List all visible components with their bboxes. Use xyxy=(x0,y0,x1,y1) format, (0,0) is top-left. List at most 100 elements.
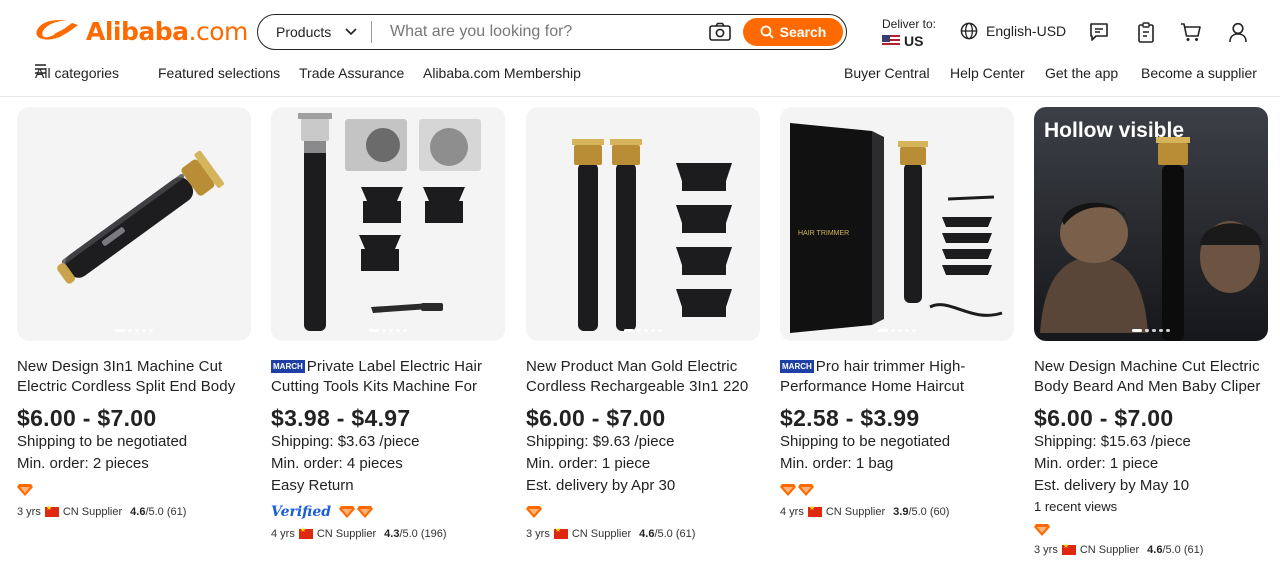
alibaba-logo[interactable]: Alibaba.com xyxy=(34,16,248,48)
sub-navigation: All categories Featured selections Trade… xyxy=(0,64,1280,84)
all-categories-menu[interactable]: All categories xyxy=(35,64,119,81)
supplier-meta: 4 yrs CN Supplier 3.9/5.0 (60) xyxy=(780,504,1014,519)
supplier-rating: 4.6/5.0 (61) xyxy=(639,528,696,540)
product-card[interactable]: Hollow visible New Design Machine Cut El… xyxy=(1034,107,1268,557)
supplier-badges xyxy=(17,483,251,497)
product-title[interactable]: MARCH Pro hair trimmer High-Performance H… xyxy=(780,357,1014,397)
supplier-meta: 4 yrs CN Supplier 4.3/5.0 (196) xyxy=(271,526,505,541)
image-carousel-dots[interactable] xyxy=(369,329,407,332)
product-card[interactable]: New Product Man Gold Electric Cordless R… xyxy=(526,107,760,541)
cn-flag-icon xyxy=(807,504,822,517)
cn-flag-icon xyxy=(1061,542,1076,555)
supplier-years: 4 yrs xyxy=(271,528,295,540)
account-icon[interactable] xyxy=(1227,21,1249,43)
product-title[interactable]: New Design 3In1 Machine Cut Electric Cor… xyxy=(17,357,251,397)
verified-badge[interactable]: Verified xyxy=(271,504,331,520)
image-carousel-dots[interactable] xyxy=(115,329,153,332)
product-card[interactable]: MARCH Private Label Electric Hair Cutting… xyxy=(271,107,505,541)
svg-text:HAIR TRIMMER: HAIR TRIMMER xyxy=(798,230,849,237)
supplier-years: 3 yrs xyxy=(526,528,550,540)
cn-flag-icon xyxy=(298,526,313,539)
supplier-badges xyxy=(526,505,760,519)
supplier-rating: 4.6/5.0 (61) xyxy=(1147,544,1204,556)
min-order: Min. order: 1 bag xyxy=(780,455,894,472)
supplier-meta: 3 yrs CN Supplier 4.6/5.0 (61) xyxy=(1034,542,1268,557)
logo-text: Alibaba.com xyxy=(86,17,248,46)
nav-get-the-app[interactable]: Get the app xyxy=(1045,64,1118,82)
deliver-country: US xyxy=(904,33,924,49)
nav-featured-selections[interactable]: Featured selections xyxy=(158,64,280,82)
nav-buyer-central[interactable]: Buyer Central xyxy=(844,64,930,82)
min-order: Min. order: 2 pieces xyxy=(17,455,149,472)
supplier-meta: 3 yrs CN Supplier 4.6/5.0 (61) xyxy=(526,526,760,541)
shipping-info: Shipping: $15.63 /piece xyxy=(1034,433,1191,450)
product-image[interactable]: Hollow visible xyxy=(1034,107,1268,341)
march-promo-badge: MARCH xyxy=(780,360,814,373)
product-image[interactable]: HAIR TRIMMER xyxy=(780,107,1014,341)
diamond-icon xyxy=(17,484,33,496)
supplier-badges: Verified xyxy=(271,504,505,520)
orders-icon[interactable] xyxy=(1135,21,1157,43)
supplier-years: 4 yrs xyxy=(780,506,804,518)
all-categories-label: All categories xyxy=(35,65,120,81)
product-title[interactable]: New Product Man Gold Electric Cordless R… xyxy=(526,357,760,397)
cn-flag-icon xyxy=(44,504,59,517)
camera-icon[interactable] xyxy=(707,19,733,45)
globe-icon xyxy=(960,22,978,40)
search-category-dropdown[interactable]: Products xyxy=(258,21,372,43)
image-carousel-dots[interactable] xyxy=(1132,329,1170,332)
shipping-info: Shipping to be negotiated xyxy=(780,433,951,450)
supplier-badges xyxy=(1034,523,1268,537)
deliver-label: Deliver to: xyxy=(882,17,937,31)
product-card[interactable]: New Design 3In1 Machine Cut Electric Cor… xyxy=(17,107,251,519)
nav-help-center[interactable]: Help Center xyxy=(950,64,1025,82)
logo-mark-icon xyxy=(36,20,78,40)
supplier-years: 3 yrs xyxy=(17,506,41,518)
product-price: $6.00 - $7.00 xyxy=(17,405,157,431)
message-icon[interactable] xyxy=(1088,21,1110,43)
supplier-type: CN Supplier xyxy=(62,506,123,518)
supplier-rating: 4.3/5.0 (196) xyxy=(384,528,447,540)
search-input[interactable] xyxy=(390,17,707,47)
diamond-icon xyxy=(526,506,542,518)
shipping-info: Shipping to be negotiated xyxy=(17,433,188,450)
deliver-to-selector[interactable]: Deliver to: US xyxy=(882,16,936,49)
diamond-icon xyxy=(798,484,814,496)
nav-become-supplier[interactable]: Become a supplier xyxy=(1141,64,1257,82)
diamond-icon xyxy=(780,484,796,496)
search-category-label: Products xyxy=(276,24,332,40)
product-image[interactable] xyxy=(526,107,760,341)
search-bar: Products Search xyxy=(257,14,847,50)
search-button[interactable]: Search xyxy=(743,18,843,46)
shipping-info: Shipping: $9.63 /piece xyxy=(526,433,675,450)
diamond-icon xyxy=(357,506,374,518)
estimated-delivery: Est. delivery by Apr 30 xyxy=(526,477,676,494)
nav-trade-assurance[interactable]: Trade Assurance xyxy=(299,64,404,82)
supplier-meta: 3 yrs CN Supplier 4.6/5.0 (61) xyxy=(17,504,251,519)
language-label: English-USD xyxy=(986,23,1067,39)
product-image[interactable] xyxy=(17,107,251,341)
image-carousel-dots[interactable] xyxy=(878,329,916,332)
supplier-rating: 3.9/5.0 (60) xyxy=(893,506,950,518)
min-order: Min. order: 1 piece xyxy=(526,455,651,472)
march-promo-badge: MARCH xyxy=(271,360,305,373)
cn-flag-icon xyxy=(553,526,568,539)
image-carousel-dots[interactable] xyxy=(624,329,662,332)
product-title[interactable]: New Design Machine Cut Electric Body Bea… xyxy=(1034,357,1268,397)
language-currency-selector[interactable]: English-USD xyxy=(960,22,1066,40)
product-price: $6.00 - $7.00 xyxy=(1034,405,1174,431)
supplier-years: 3 yrs xyxy=(1034,544,1058,556)
product-price: $2.58 - $3.99 xyxy=(780,405,920,431)
nav-membership[interactable]: Alibaba.com Membership xyxy=(423,64,581,82)
product-price: $6.00 - $7.00 xyxy=(526,405,666,431)
product-image[interactable] xyxy=(271,107,505,341)
supplier-type: CN Supplier xyxy=(571,528,632,540)
product-title[interactable]: MARCH Private Label Electric Hair Cutting… xyxy=(271,357,505,397)
us-flag-icon xyxy=(882,35,900,47)
recent-views: 1 recent views xyxy=(1034,499,1118,514)
product-card[interactable]: HAIR TRIMMER MARCH Pro hair trimmer High-… xyxy=(780,107,1014,519)
supplier-badges xyxy=(780,483,1014,497)
estimated-delivery: Est. delivery by May 10 xyxy=(1034,477,1190,494)
chevron-down-icon xyxy=(345,28,357,36)
cart-icon[interactable] xyxy=(1180,21,1202,43)
